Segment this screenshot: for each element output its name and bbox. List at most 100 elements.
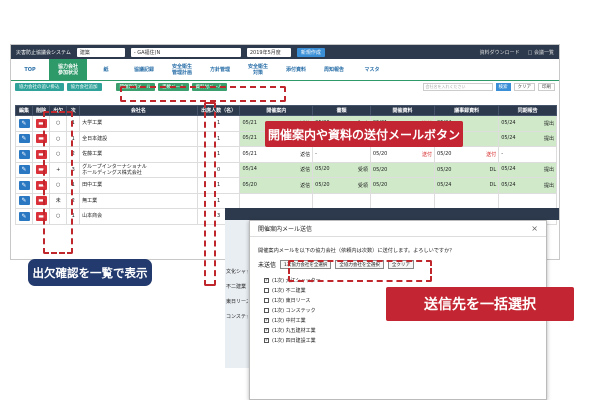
status-cell: 05/24 提出 <box>498 161 557 178</box>
status-cell <box>312 192 371 209</box>
status-date: 05/20 <box>372 166 388 173</box>
attendance-highlight <box>43 111 73 254</box>
status-date: 05/24 <box>501 119 516 126</box>
bulk-add-button[interactable]: 協力会社の追い掛込 <box>15 83 64 91</box>
status-text: DL <box>489 166 497 173</box>
select-buttons-highlight <box>288 260 432 282</box>
add-company-button[interactable]: 協力会社追加 <box>66 83 102 91</box>
status-cell: 05/20 送付 <box>434 146 500 163</box>
background-company-label: コンステック <box>226 314 248 320</box>
nav-tab-7[interactable]: 添付資料 <box>277 59 315 80</box>
company-name: 山本商会 <box>79 208 198 225</box>
search-input[interactable]: 会社名を入れください <box>422 83 493 91</box>
status-date: - <box>501 151 503 158</box>
edit-icon[interactable]: ✎ <box>18 165 30 175</box>
company-option[interactable]: ✓ (1次) 四日建設工業 <box>264 335 546 345</box>
background-table-header <box>225 208 559 220</box>
status-date: 05/24 <box>501 166 516 173</box>
nav-tab-1[interactable]: 協力会社 参加状況 <box>49 59 87 80</box>
edit-icon[interactable]: ✎ <box>18 134 30 144</box>
nav-tab-3[interactable]: 協議記録 <box>125 59 163 80</box>
main-nav: TOP 協力会社 参加状況紙協議記録 安全衛生 管理計画 方針管理 安全衛生 対策 添付資… <box>11 59 559 81</box>
project-select[interactable]: - GA福住(N <box>130 47 241 57</box>
status-cell <box>434 192 500 209</box>
company-option-label: (1次) 丸五建材工業 <box>272 327 316 334</box>
month-select[interactable]: 2019年5月度 <box>246 47 291 57</box>
status-cell <box>239 192 314 209</box>
checkbox[interactable] <box>264 287 269 293</box>
background-side-column <box>225 220 249 368</box>
edit-icon[interactable]: ✎ <box>18 118 30 128</box>
status-date: 05/20 <box>315 166 330 173</box>
status-date: 05/21 <box>242 119 257 126</box>
table-row: ✎ ▬ +3 グループインターナショナル ホールディングス株式会社 0 05/14 返信 0… <box>14 161 557 178</box>
new-button[interactable]: 新規作成 <box>296 47 325 57</box>
modal-message: 開催案内メールを以下の協力会社（依頼内は次数）に送付します。よろしいですか？ <box>258 248 455 254</box>
nav-tab-5[interactable]: 方針管理 <box>201 59 239 80</box>
status-text: 提出 <box>543 136 554 143</box>
status-date: 05/20 <box>372 182 388 189</box>
connector-line <box>204 102 216 286</box>
checkbox[interactable]: ✓ <box>264 317 269 323</box>
company-option-label: (1次) 四日建設工業 <box>272 337 316 344</box>
table-row: ✎ ▬ ○ 1 田中工業 1 05/20 返信 05/20 受領 05/20 05/24 DL 0… <box>14 177 557 194</box>
company-name: 田中工業 <box>79 177 198 194</box>
modal-title: 開催案内メール送信 <box>258 226 313 233</box>
company-name: 佐藤工業 <box>79 146 198 163</box>
column-header: 同期報告 <box>498 105 557 116</box>
status-cell <box>498 192 557 209</box>
status-cell: - <box>312 146 371 163</box>
company-name: グループインターナショナル ホールディングス株式会社 <box>79 161 198 178</box>
status-text: 受領 <box>357 167 368 174</box>
status-cell: 05/24 提出 <box>498 115 557 132</box>
status-cell: 05/20 受領 <box>312 177 371 194</box>
edit-icon[interactable]: ✎ <box>18 180 30 190</box>
column-header: 書類 <box>312 105 371 116</box>
edit-icon[interactable]: ✎ <box>18 196 30 206</box>
status-text: 受領 <box>357 182 368 189</box>
checkbox[interactable] <box>264 307 269 313</box>
print-button[interactable]: 印刷 <box>538 83 555 91</box>
nav-tab-8[interactable]: 周知報告 <box>315 59 353 80</box>
status-cell: 05/24 提出 <box>498 130 557 147</box>
status-cell: 05/20 送付 <box>369 146 436 163</box>
checkbox[interactable]: ✓ <box>264 327 269 333</box>
close-icon[interactable]: × <box>531 224 538 233</box>
checkbox[interactable]: ✓ <box>264 337 269 343</box>
app-title: 災害防止協議会システム <box>16 49 71 56</box>
status-cell: 05/20 返信 <box>239 177 314 194</box>
status-date: 05/24 <box>437 182 452 189</box>
status-date: 05/24 <box>501 181 516 188</box>
nav-tab-0[interactable]: TOP <box>11 59 49 80</box>
company-name: 全日本建設 <box>79 130 198 147</box>
site-select[interactable]: 建築 <box>76 47 125 57</box>
download-link[interactable]: 資料ダウンロード <box>480 49 520 56</box>
nav-tab-9[interactable]: マスタ <box>353 59 391 80</box>
status-date: 05/20 <box>437 166 452 173</box>
background-company-label: 文化シャッター <box>226 269 248 275</box>
meeting-list-link[interactable]: □ 会議一覧 <box>528 49 554 56</box>
status-text: DL <box>489 182 497 189</box>
status-cell: 05/20 <box>369 161 436 178</box>
checkbox[interactable]: ✓ <box>264 277 269 283</box>
search-button[interactable]: 検索 <box>495 83 511 91</box>
nav-tab-4[interactable]: 安全衛生 管理計画 <box>163 59 201 80</box>
status-cell: 05/24 提出 <box>498 177 557 194</box>
status-cell: 05/20 DL <box>434 161 500 178</box>
status-cell: 05/21 返信 <box>239 146 314 163</box>
status-text: 返信 <box>300 151 311 158</box>
nav-tab-6[interactable]: 安全衛生 対策 <box>239 59 277 80</box>
callout-attendance: 出欠確認を一覧で表示 <box>28 259 152 286</box>
table-row: ✎ ▬ 未 2 無工業 1 <box>14 192 557 209</box>
status-cell: 05/24 DL <box>434 177 500 194</box>
status-date: 05/20 <box>315 181 330 188</box>
company-name: 大学工業 <box>79 115 198 132</box>
clear-button[interactable]: クリア <box>513 83 535 91</box>
edit-icon[interactable]: ✎ <box>18 149 30 159</box>
edit-icon[interactable]: ✎ <box>18 211 30 221</box>
checkbox[interactable] <box>264 297 269 303</box>
status-cell: 05/20 受領 <box>312 161 371 178</box>
company-option[interactable]: ✓ (1次) 丸五建材工業 <box>264 325 546 335</box>
nav-tab-2[interactable]: 紙 <box>87 59 125 80</box>
callout-mail-buttons: 開催案内や資料の送付メールボタン <box>265 121 463 147</box>
